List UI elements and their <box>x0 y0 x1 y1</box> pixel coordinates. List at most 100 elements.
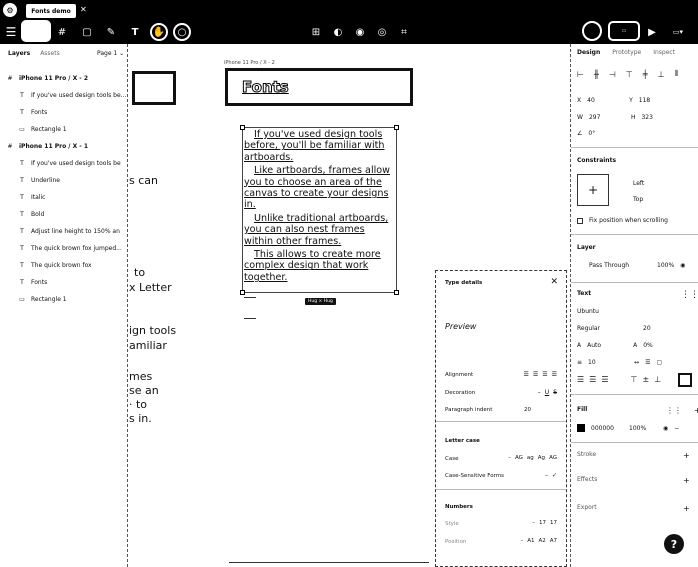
style-none[interactable]: – <box>532 520 535 526</box>
tab-assets[interactable]: Assets <box>40 50 60 57</box>
tab-layers[interactable]: Layers <box>8 50 30 57</box>
close-icon[interactable]: ✕ <box>80 5 87 14</box>
font-family-select[interactable]: Ubuntu <box>577 308 599 315</box>
case-title[interactable]: Ag <box>538 455 545 461</box>
y-input[interactable]: 118 <box>639 97 650 104</box>
styles-icon[interactable]: ⋮⋮ <box>681 290 698 300</box>
component-icon[interactable]: ⊞ <box>308 23 324 41</box>
layer-item[interactable]: T The quick brown fox jumped... <box>18 243 138 253</box>
layer-item[interactable]: T Fonts <box>18 277 138 287</box>
position-3[interactable]: A7 <box>550 538 557 544</box>
align-top-icon[interactable]: ⊤ <box>626 70 633 79</box>
layer-item[interactable]: # iPhone 11 Pro / X - 1 <box>6 141 126 151</box>
eye-icon[interactable]: ◉ <box>680 262 685 269</box>
tab-inspect[interactable]: Inspect <box>653 49 675 56</box>
constraints-widget[interactable]: + <box>577 174 609 206</box>
move-tool-button[interactable] <box>21 20 51 42</box>
layer-item[interactable]: T Bold <box>18 209 138 219</box>
position-1[interactable]: A1 <box>527 538 534 544</box>
close-icon[interactable]: ✕ <box>550 277 558 287</box>
chevron-down-icon[interactable]: ⌄ <box>119 50 124 57</box>
fill-swatch[interactable] <box>577 424 585 432</box>
align-middle-icon[interactable]: ╪ <box>643 70 648 79</box>
layer-opacity-input[interactable]: 100% <box>657 262 674 269</box>
layer-item[interactable]: T The quick brown fox <box>18 260 138 270</box>
decoration-none[interactable]: – <box>538 389 541 396</box>
align-center-icon[interactable]: ☰ <box>533 371 538 378</box>
type-details-button[interactable] <box>678 373 692 387</box>
paragraph-spacing-input[interactable]: 10 <box>588 359 628 366</box>
add-export-icon[interactable]: + <box>683 504 690 513</box>
layer-item[interactable]: # iPhone 11 Pro / X - 2 <box>6 73 126 83</box>
case-upper[interactable]: AG <box>515 455 523 461</box>
position-none[interactable]: – <box>520 538 523 544</box>
add-stroke-icon[interactable]: + <box>683 451 690 460</box>
rotation-input[interactable]: 0° <box>588 130 595 137</box>
resize-handle[interactable] <box>394 290 399 295</box>
layer-item[interactable]: ▭ Rectangle 1 <box>18 294 138 304</box>
text-tool-icon[interactable]: T <box>128 23 142 41</box>
comment-tool-icon[interactable]: ○ <box>173 23 191 41</box>
check-icon[interactable]: ✓ <box>552 472 557 479</box>
dash-icon[interactable]: – <box>545 472 548 479</box>
font-size-input[interactable]: 20 <box>643 325 651 332</box>
remove-fill-icon[interactable]: − <box>674 425 679 432</box>
distribute-icon[interactable]: ⦀ <box>675 69 679 79</box>
text-align-top-icon[interactable]: ⊤ <box>631 375 638 384</box>
h-constraint-select[interactable]: Left <box>633 180 644 187</box>
h-input[interactable]: 323 <box>641 114 652 121</box>
align-justify-icon[interactable]: ☰ <box>552 371 557 378</box>
style-oldstyle[interactable]: 17 <box>550 520 557 526</box>
share-button[interactable]: ▭ <box>608 21 640 41</box>
hand-tool-icon[interactable]: ✋ <box>150 23 168 41</box>
pen-tool-icon[interactable]: ✎ <box>104 23 118 41</box>
layer-item[interactable]: T Fonts <box>18 107 138 117</box>
fill-icon[interactable]: ◉ <box>352 23 368 41</box>
fonts-title[interactable]: Fonts <box>242 78 290 97</box>
layer-item[interactable]: T Adjust line height to 150% an <box>18 226 138 236</box>
crop-icon[interactable]: ⌗ <box>396 23 412 41</box>
align-bottom-icon[interactable]: ⊥ <box>658 70 665 79</box>
layer-item[interactable]: T Italic <box>18 192 138 202</box>
letter-spacing-input[interactable]: 0% <box>643 342 653 349</box>
line-height-input[interactable]: Auto <box>587 342 627 349</box>
boolean-icon[interactable]: ◎ <box>374 23 390 41</box>
page-selector[interactable]: Page 1 <box>97 50 117 57</box>
blend-mode-select[interactable]: Pass Through <box>589 262 651 269</box>
layer-item[interactable]: T Underline <box>18 175 138 185</box>
indent-input[interactable]: 20 <box>524 407 531 413</box>
v-constraint-select[interactable]: Top <box>633 196 643 203</box>
fill-hex-input[interactable]: 000000 <box>591 425 623 432</box>
horizontal-scrollbar[interactable] <box>229 562 429 563</box>
resize-handle[interactable] <box>240 290 245 295</box>
tab-prototype[interactable]: Prototype <box>612 49 641 56</box>
checkbox[interactable] <box>577 217 583 224</box>
case-none[interactable]: – <box>508 455 511 461</box>
text-align-center-icon[interactable]: ☰ <box>589 375 596 384</box>
auto-height-icon[interactable]: ☰ <box>645 359 650 366</box>
text-align-middle-icon[interactable]: ± <box>642 375 649 384</box>
document-tab[interactable]: Fonts demo <box>26 4 76 18</box>
help-button[interactable]: ? <box>664 534 684 554</box>
x-input[interactable]: 40 <box>587 97 623 104</box>
align-left-icon[interactable]: ⊢ <box>577 70 584 79</box>
mask-icon[interactable]: ◐ <box>330 23 346 41</box>
layer-item[interactable]: T If you've used design tools be... <box>18 90 138 100</box>
add-effect-icon[interactable]: + <box>683 476 690 485</box>
case-lower[interactable]: ag <box>527 455 534 461</box>
play-icon[interactable]: ▶ <box>646 23 658 41</box>
tab-design[interactable]: Design <box>577 49 600 56</box>
text-align-left-icon[interactable]: ☰ <box>577 375 584 384</box>
layer-item[interactable]: T If you've used design tools be <box>18 158 138 168</box>
add-fill-icon[interactable]: + <box>694 406 698 415</box>
align-right-icon[interactable]: ⊣ <box>609 70 616 79</box>
avatar[interactable] <box>582 21 602 41</box>
style-lining[interactable]: 17 <box>539 520 546 526</box>
text-block-selection[interactable]: If you've used design tools before, you'… <box>240 125 399 295</box>
decoration-strike[interactable]: S <box>553 389 557 396</box>
align-center-h-icon[interactable]: ╫ <box>594 70 599 79</box>
w-input[interactable]: 297 <box>589 114 625 121</box>
fill-opacity-input[interactable]: 100% <box>629 425 657 432</box>
frame-tool-icon[interactable]: # <box>55 23 69 41</box>
frame-label[interactable]: iPhone 11 Pro / X - 2 <box>224 60 275 66</box>
